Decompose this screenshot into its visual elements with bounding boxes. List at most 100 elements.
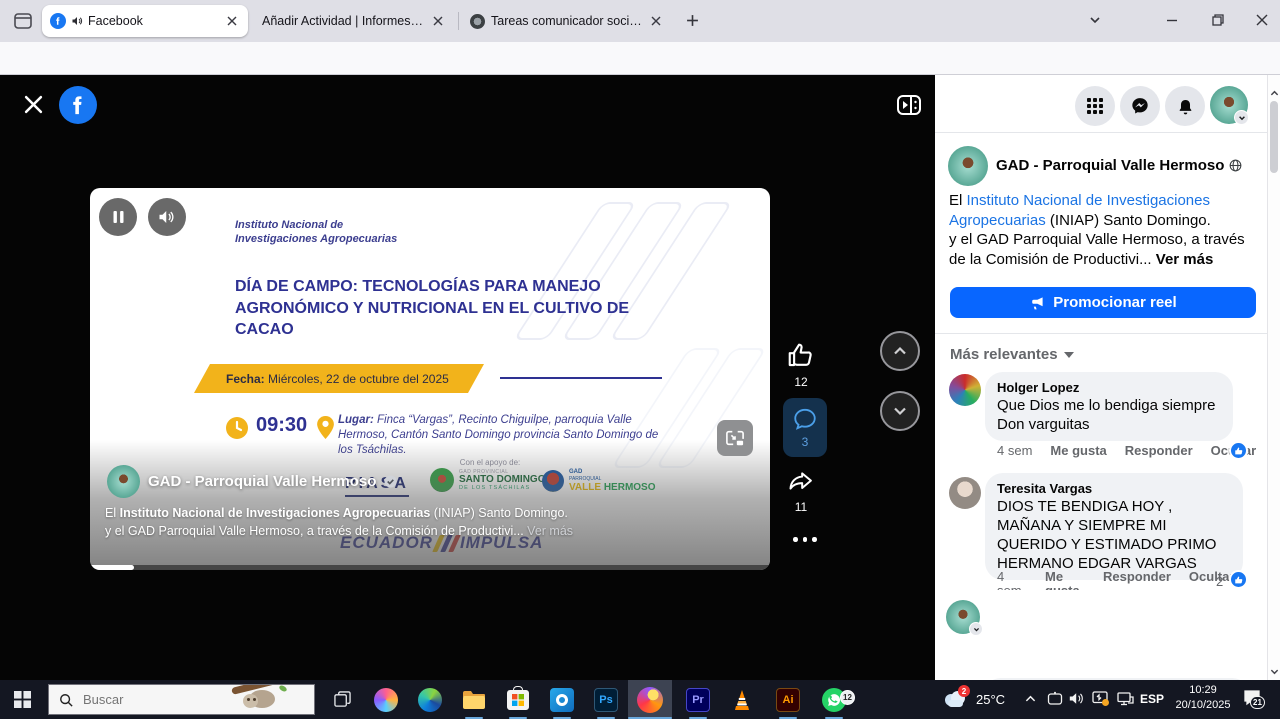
taskbar-store-button[interactable] [496,680,540,719]
taskbar-firefox-button[interactable] [628,680,672,719]
search-input[interactable] [83,692,223,707]
messenger-button[interactable] [1120,86,1160,126]
tray-date: 20/10/2025 [1166,698,1240,713]
poster-time: 09:30 [256,414,307,437]
page-name[interactable]: GAD - Parroquial Valle Hermoso [996,157,1242,174]
video-page-row[interactable]: GAD - Parroquial Valle Hermoso [107,465,397,498]
tray-network-icon[interactable] [1117,691,1134,706]
page-avatar[interactable] [107,465,140,498]
ver-mas-link[interactable]: Ver más [1156,251,1214,268]
facebook-logo[interactable] [59,86,97,124]
globe-icon [1229,159,1242,172]
firefox-view-button[interactable] [13,11,33,36]
picture-in-picture-button[interactable] [717,420,753,456]
tab-audio-icon[interactable] [71,15,83,27]
taskbar-edge-button[interactable] [408,680,452,719]
language-indicator[interactable]: ESP [1140,692,1164,706]
taskbar-whatsapp-button[interactable]: 12 [812,680,856,719]
taskbar-clock[interactable]: 10:29 20/10/2025 [1166,683,1240,713]
comment-like-badge[interactable] [1229,570,1248,589]
taskbar-premiere-button[interactable]: Pr [676,680,720,719]
video-caption-line1: El Instituto Nacional de Investigaciones… [105,506,745,520]
reel-video[interactable]: Instituto Nacional de Investigaciones Ag… [90,188,770,570]
apps-grid-button[interactable] [1075,86,1115,126]
windows-taskbar: Ps Pr Ai 12 2 25°C [0,680,1280,719]
task-view-button[interactable] [320,680,364,719]
previous-reel-button[interactable] [880,331,920,371]
whatsapp-badge: 12 [840,690,855,705]
ver-mas-link[interactable]: Ver más [527,524,573,538]
video-progress-track[interactable] [90,565,770,570]
taskbar-copilot-button[interactable] [364,680,408,719]
comment-like-link[interactable]: Me gusta [1050,444,1106,458]
tab-tareas[interactable]: Tareas comunicador social GAD [462,5,672,37]
promote-reel-button[interactable]: Promocionar reel [950,287,1256,318]
taskbar-vlc-button[interactable] [720,680,764,719]
tray-sync-icon[interactable] [1092,691,1109,706]
browser-tab-bar: Facebook Añadir Actividad | Informes Men… [0,0,1280,42]
search-highlight-sloth-image[interactable] [223,684,293,715]
start-button[interactable] [0,680,44,719]
reel-side-panel: GAD - Parroquial Valle Hermoso El Instit… [935,75,1280,680]
new-tab-button[interactable] [682,10,702,30]
poster-institute-name: Instituto Nacional de Investigaciones Ag… [235,218,397,246]
tab-close-icon[interactable] [648,13,664,29]
page-avatar[interactable] [948,146,988,186]
sidebar-toggle-icon[interactable] [896,93,922,122]
pause-button[interactable] [99,198,137,236]
share-count: 11 [795,500,807,514]
tab-close-icon[interactable] [430,13,446,29]
chevron-down-icon [1064,352,1074,358]
comment-author[interactable]: Holger Lopez [997,379,1221,396]
scroll-down-icon[interactable] [1270,663,1279,681]
taskbar-outlook-button[interactable] [540,680,584,719]
taskbar-search-box[interactable] [48,684,315,715]
mute-button[interactable] [148,198,186,236]
notifications-button[interactable] [1165,86,1205,126]
more-options-button[interactable] [793,537,817,542]
panel-scrollbar[interactable] [1267,75,1280,680]
page-name[interactable]: GAD - Parroquial Valle Hermoso [148,473,376,490]
like-button[interactable]: 12 [786,340,816,389]
comment-time[interactable]: 4 sem [997,444,1032,458]
comment-author[interactable]: Teresita Vargas [997,480,1231,497]
promote-label: Promocionar reel [1053,294,1176,311]
weather-icon[interactable]: 2 [942,689,969,707]
poster-date-banner: Fecha: Miércoles, 22 de octubre del 2025 [194,364,484,393]
close-reel-button[interactable] [24,95,43,119]
taskbar-illustrator-button[interactable]: Ai [766,680,810,719]
tab-informes[interactable]: Añadir Actividad | Informes Mensua [254,5,454,37]
scrollbar-thumb[interactable] [1270,101,1278,173]
commenter-avatar[interactable] [949,477,981,509]
window-restore-button[interactable] [1208,10,1228,30]
taskbar-explorer-button[interactable] [452,680,496,719]
window-close-button[interactable] [1252,10,1272,30]
tab-title: Añadir Actividad | Informes Mensua [262,14,424,28]
comment-button[interactable]: 3 [783,398,827,457]
comment-bubble[interactable]: Teresita Vargas DIOS TE BENDIGA HOY , MA… [985,473,1243,580]
composer-avatar-chevron-icon[interactable] [969,622,983,636]
next-reel-button[interactable] [880,391,920,431]
facebook-favicon [50,13,66,29]
sort-comments-dropdown[interactable]: Más relevantes [950,346,1074,363]
comment-like-badge[interactable] [1229,441,1248,460]
taskbar-photoshop-button[interactable]: Ps [584,680,628,719]
comment-bubble[interactable]: Holger Lopez Que Dios me lo bendiga siem… [985,372,1233,441]
tab-facebook[interactable]: Facebook [42,5,248,37]
comment-reply-link[interactable]: Responder [1125,444,1193,458]
tab-close-icon[interactable] [224,13,240,29]
video-bottom-gradient [90,440,770,570]
window-minimize-button[interactable] [1162,10,1182,30]
share-button[interactable]: 11 [786,467,816,514]
list-all-tabs-button[interactable] [1085,10,1105,30]
notification-center-icon[interactable]: 21 [1243,689,1261,706]
temperature-label[interactable]: 25°C [976,692,1005,707]
search-icon [59,693,73,707]
profile-button[interactable] [1210,86,1248,124]
tray-chevron-up-icon[interactable] [1025,694,1036,704]
commenter-avatar[interactable] [949,374,981,406]
tray-meet-icon[interactable] [1047,691,1063,707]
video-caption-line2: y el GAD Parroquial Valle Hermoso, a tra… [105,524,745,538]
comment-count: 3 [802,435,809,449]
tray-volume-icon[interactable] [1069,691,1085,706]
